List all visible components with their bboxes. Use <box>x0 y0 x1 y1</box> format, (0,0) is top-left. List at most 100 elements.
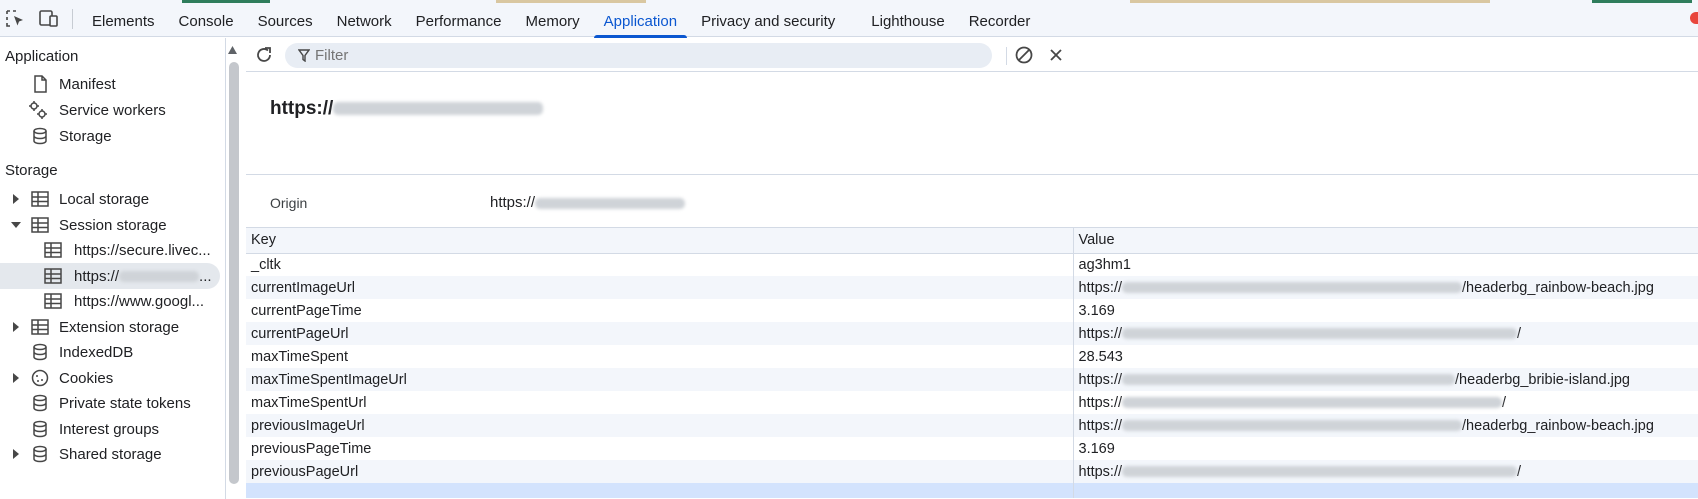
table-row[interactable]: currentImageUrl https:// /headerbg_rainbow… <box>246 276 1698 299</box>
key-cell[interactable]: maxTimeSpentImageUrl <box>246 368 1074 391</box>
sidebar-item-indexeddb[interactable]: IndexedDB <box>0 339 220 365</box>
table-row[interactable]: currentPageUrl https:// / <box>246 322 1698 345</box>
key-cell[interactable]: currentPageUrl <box>246 322 1074 345</box>
tab-privacy-and-security[interactable]: Privacy and security <box>689 0 847 37</box>
tab-sources[interactable]: Sources <box>246 0 325 37</box>
value-cell[interactable]: https:// / <box>1073 391 1698 414</box>
scroll-up-arrow-icon[interactable] <box>228 44 237 56</box>
sidebar-item-manifest[interactable]: Manifest <box>0 71 220 97</box>
origin-header <box>246 72 1698 175</box>
value-cell[interactable]: ag3hm1 <box>1073 253 1698 276</box>
sidebar-item-shared-storage[interactable]: Shared storage <box>0 441 220 467</box>
sidebar-item-extension-storage[interactable]: Extension storage <box>0 314 220 340</box>
tab-memory[interactable]: Memory <box>514 0 592 37</box>
panel-tabs: Elements Console Sources Network Perform… <box>80 0 1043 38</box>
value-cell[interactable]: 3.169 <box>1073 299 1698 322</box>
value-cell[interactable]: 3.169 <box>1073 437 1698 460</box>
value-text: 3.169 <box>1078 440 1115 457</box>
table-row[interactable]: maxTimeSpentImageUrl https:// /headerbg_br… <box>246 368 1698 391</box>
value-cell[interactable]: 28.543 <box>1073 345 1698 368</box>
database-icon <box>33 127 47 145</box>
inspect-element-icon[interactable] <box>5 9 27 29</box>
value-cell[interactable]: https:// /headerbg_bribie-island.jpg <box>1073 368 1698 391</box>
redacted-text <box>1122 397 1503 409</box>
expand-arrow-icon[interactable] <box>13 322 19 332</box>
tab-console[interactable]: Console <box>167 0 246 37</box>
key-cell[interactable]: maxTimeSpentUrl <box>246 391 1074 414</box>
table-icon <box>31 319 49 335</box>
table-row[interactable]: _cltk ag3hm1 <box>246 253 1698 276</box>
table-icon <box>44 268 62 284</box>
sidebar-item-service-workers[interactable]: Service workers <box>0 97 220 123</box>
sidebar-item-label: Manifest <box>59 75 116 93</box>
filter-input[interactable] <box>315 47 955 64</box>
redacted-text <box>1122 420 1463 432</box>
sidebar-scrollbar[interactable] <box>229 62 239 484</box>
table-row[interactable]: maxTimeSpentUrl https:// / <box>246 391 1698 414</box>
collapse-arrow-icon[interactable] <box>11 222 21 228</box>
sidebar-item-cookies[interactable]: Cookies <box>0 365 220 391</box>
sidebar-item-interest-groups[interactable]: Interest groups <box>0 416 220 442</box>
value-cell[interactable] <box>1073 483 1698 498</box>
tab-application[interactable]: Application <box>592 0 689 38</box>
error-indicator-icon[interactable] <box>1690 12 1698 24</box>
key-cell[interactable]: maxTimeSpent <box>246 345 1074 368</box>
sidebar-item-session-storage[interactable]: Session storage <box>0 212 220 238</box>
filter-box[interactable] <box>285 43 992 68</box>
device-toolbar-icon[interactable] <box>38 9 60 29</box>
table-row[interactable]: previousPageUrl https:// / <box>246 460 1698 483</box>
table-row[interactable]: previousImageUrl https:// /headerbg_rainbo… <box>246 414 1698 437</box>
clear-all-icon[interactable] <box>1014 45 1034 65</box>
expand-arrow-icon[interactable] <box>13 449 19 459</box>
new-entry-row[interactable] <box>246 483 1698 498</box>
key-cell[interactable] <box>246 483 1074 498</box>
redacted-text <box>535 197 686 209</box>
tab-network[interactable]: Network <box>325 0 404 37</box>
tab-lighthouse[interactable]: Lighthouse <box>859 0 956 37</box>
value-cell[interactable]: https:// / <box>1073 322 1698 345</box>
tab-performance[interactable]: Performance <box>404 0 514 37</box>
sidebar-item-local-storage[interactable]: Local storage <box>0 186 220 212</box>
sidebar-item-session-origin[interactable]: https://www.googl... <box>0 288 220 314</box>
value-text: https:// <box>1078 463 1123 480</box>
value-cell[interactable]: https:// /headerbg_rainbow-beach.jpg <box>1073 414 1698 437</box>
tab-elements[interactable]: Elements <box>80 0 167 37</box>
value-column-header[interactable]: Value <box>1073 228 1698 254</box>
value-text: https:// <box>1078 371 1123 388</box>
sidebar-item-storage[interactable]: Storage <box>0 123 220 149</box>
tab-recorder[interactable]: Recorder <box>957 0 1043 37</box>
value-text: ag3hm1 <box>1078 256 1131 273</box>
key-cell[interactable]: currentImageUrl <box>246 276 1074 299</box>
delete-selected-icon[interactable] <box>1046 45 1066 65</box>
value-suffix: /headerbg_rainbow-beach.jpg <box>1462 279 1654 296</box>
refresh-icon[interactable] <box>254 45 274 65</box>
value-cell[interactable]: https:// /headerbg_rainbow-beach.jpg <box>1073 276 1698 299</box>
value-text: https:// <box>1078 394 1123 411</box>
sidebar-item-session-origin-selected[interactable]: https://... <box>0 263 220 289</box>
table-row[interactable]: currentPageTime 3.169 <box>246 299 1698 322</box>
expand-arrow-icon[interactable] <box>13 373 19 383</box>
database-icon <box>33 420 47 438</box>
value-suffix: /headerbg_rainbow-beach.jpg <box>1462 417 1654 434</box>
sidebar-item-private-state-tokens[interactable]: Private state tokens <box>0 390 220 416</box>
storage-section-header: Storage <box>5 162 58 179</box>
value-cell[interactable]: https:// / <box>1073 460 1698 483</box>
sidebar-item-session-origin[interactable]: https://secure.livec... <box>0 237 220 263</box>
key-cell[interactable]: currentPageTime <box>246 299 1074 322</box>
cookie-icon <box>31 369 49 387</box>
expand-arrow-icon[interactable] <box>13 194 19 204</box>
table-icon <box>44 242 62 258</box>
gears-icon <box>29 101 47 119</box>
key-column-header[interactable]: Key <box>246 228 1074 254</box>
devtools-tab-bar: Elements Console Sources Network Perform… <box>0 0 1698 38</box>
table-row[interactable]: previousPageTime 3.169 <box>246 437 1698 460</box>
key-cell[interactable]: previousPageTime <box>246 437 1074 460</box>
filter-icon <box>298 49 310 62</box>
page-strip <box>1592 0 1692 3</box>
key-cell[interactable]: _cltk <box>246 253 1074 276</box>
database-icon <box>33 394 47 412</box>
key-cell[interactable]: previousImageUrl <box>246 414 1074 437</box>
key-cell[interactable]: previousPageUrl <box>246 460 1074 483</box>
table-row[interactable]: maxTimeSpent 28.543 <box>246 345 1698 368</box>
value-text: https:// <box>1078 325 1123 342</box>
